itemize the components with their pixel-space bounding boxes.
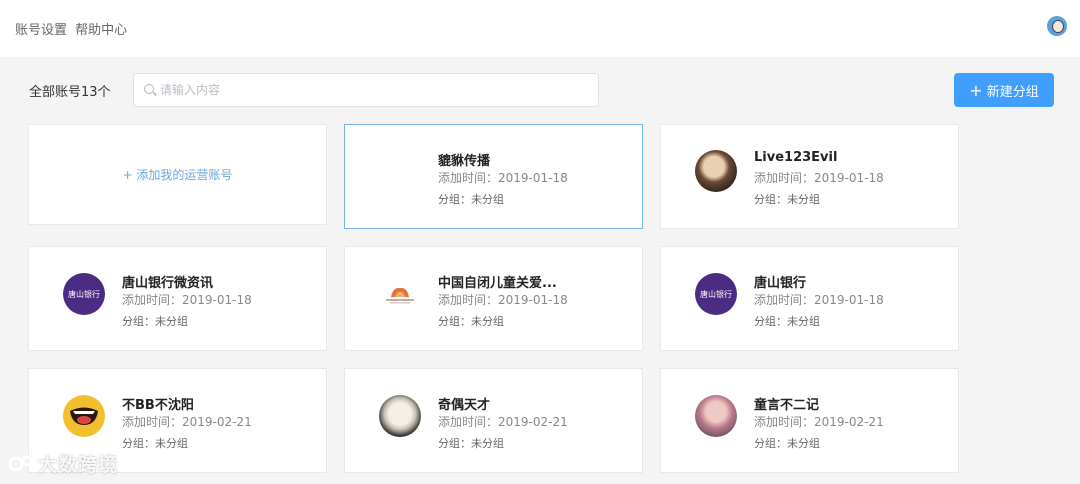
charity-logo-avatar-icon — [379, 273, 421, 315]
account-added-time: 添加时间：2019-02-21 — [754, 415, 884, 429]
watermark-logo-icon — [8, 455, 33, 472]
cartoon-mouth-icon — [70, 407, 98, 425]
help-center-link[interactable]: 帮助中心 — [75, 23, 127, 38]
account-added-time: 添加时间：2019-01-18 — [438, 293, 568, 307]
account-name: Live123Evil — [754, 150, 838, 165]
account-added-time: 添加时间：2019-01-18 — [754, 171, 884, 185]
account-name: 唐山银行微资讯 — [122, 276, 214, 291]
account-added-time: 添加时间：2019-02-21 — [122, 415, 252, 429]
account-card[interactable]: 貔貅传播 添加时间：2019-01-18 分组：未分组 — [344, 124, 643, 229]
account-added-time: 添加时间：2019-02-21 — [438, 415, 568, 429]
add-account-label: + 添加我的运营账号 — [122, 168, 233, 182]
new-group-button[interactable]: + 新建分组 — [954, 73, 1054, 107]
watermark: 大数跨境 — [8, 450, 118, 477]
bank-logo-avatar-icon: 唐山银行 — [63, 273, 105, 315]
account-card[interactable]: 唐山银行 唐山银行微资讯 添加时间：2019-01-18 分组：未分组 — [28, 246, 327, 351]
watermark-text: 大数跨境 — [38, 454, 119, 476]
account-card[interactable]: 奇偶天才 添加时间：2019-02-21 分组：未分组 — [344, 368, 643, 473]
photo-avatar-icon — [695, 150, 737, 192]
account-name: 中国自闭儿童关爱... — [438, 276, 557, 291]
account-added-time: 添加时间：2019-01-18 — [754, 293, 884, 307]
bank-logo-text: 唐山银行 — [68, 289, 100, 299]
account-card[interactable]: 唐山银行 唐山银行 添加时间：2019-01-18 分组：未分组 — [660, 246, 959, 351]
bank-logo-text: 唐山银行 — [700, 289, 732, 299]
bank-logo-avatar-icon: 唐山银行 — [695, 273, 737, 315]
account-name: 不BB不沈阳 — [122, 398, 194, 413]
photo-avatar-icon — [695, 395, 737, 437]
header-links: 账号设置 帮助中心 — [15, 19, 131, 38]
account-group: 分组：未分组 — [438, 437, 504, 450]
account-name: 貔貅传播 — [438, 154, 491, 169]
account-name: 唐山银行 — [754, 276, 807, 291]
plus-icon: + — [969, 80, 983, 100]
add-account-card[interactable]: + 添加我的运营账号 — [28, 124, 327, 225]
account-group: 分组：未分组 — [438, 315, 504, 328]
search-input[interactable] — [160, 74, 590, 106]
account-group: 分组：未分组 — [754, 193, 820, 206]
account-group: 分组：未分组 — [122, 315, 188, 328]
new-group-label: 新建分组 — [986, 84, 1039, 100]
account-group: 分组：未分组 — [754, 315, 820, 328]
account-name: 奇偶天才 — [438, 398, 491, 413]
search-box — [133, 73, 599, 107]
account-added-time: 添加时间：2019-01-18 — [438, 171, 568, 185]
user-avatar[interactable] — [1047, 16, 1067, 36]
total-accounts-label: 全部账号13个 — [29, 85, 111, 100]
account-settings-link[interactable]: 账号设置 — [15, 23, 67, 38]
portrait-avatar-icon — [379, 395, 421, 437]
account-card[interactable]: 童言不二记 添加时间：2019-02-21 分组：未分组 — [660, 368, 959, 473]
account-name: 童言不二记 — [754, 398, 820, 413]
charity-logo-icon — [386, 287, 414, 304]
account-group: 分组：未分组 — [754, 437, 820, 450]
account-group: 分组：未分组 — [438, 193, 504, 206]
account-card[interactable]: Live123Evil 添加时间：2019-01-18 分组：未分组 — [660, 124, 959, 229]
account-added-time: 添加时间：2019-01-18 — [122, 293, 252, 307]
account-card[interactable]: 中国自闭儿童关爱... 添加时间：2019-01-18 分组：未分组 — [344, 246, 643, 351]
top-bar: 账号设置 帮助中心 — [0, 0, 1080, 57]
account-group: 分组：未分组 — [122, 437, 188, 450]
search-icon — [144, 84, 154, 94]
cartoon-mouth-avatar-icon — [63, 395, 105, 437]
